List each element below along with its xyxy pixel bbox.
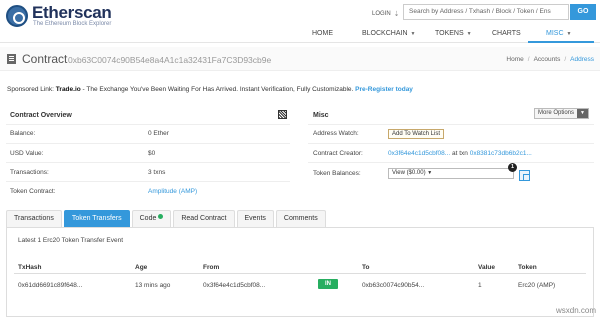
chevron-down-icon: ▼ [427,170,433,176]
tab-code[interactable]: Code [131,210,172,227]
row-from-link[interactable]: 0x3f64e4c1d5cbf08... [203,282,265,289]
row-to: 0xb63c0074c90b54... [362,282,425,289]
contract-creator-label: Contract Creator: [313,150,363,157]
sponsored-prefix: Sponsored Link: [7,86,54,93]
row-token-link[interactable]: Erc20 (AMP) [518,282,555,289]
token-balances-selected: View ($0.00) [392,170,426,176]
logo-name: Etherscan [32,3,112,22]
chevron-down-icon: ▼ [466,31,472,37]
search-go-button[interactable]: GO [570,4,596,20]
nav-tokens[interactable]: TOKENS ▼ [435,26,472,42]
nav-home[interactable]: HOME [312,26,333,42]
chevron-down-icon: ▼ [566,31,572,37]
breadcrumb-address: Address [570,56,594,63]
creator-at-text: at txn [451,150,468,157]
more-options-dropdown[interactable]: More Options ▼ [534,108,590,119]
table-header-divider [14,273,586,274]
logo-tagline: The Ethereum Block Explorer [33,21,112,27]
chevron-down-icon: ▼ [410,31,416,37]
chevron-down-icon: ▼ [577,109,589,118]
search-input[interactable]: Search by Address / Txhash / Block / Tok… [403,4,569,20]
page-title-bar: Contract 0xb63C0074c90B54e8a4A1c1a32431F… [0,47,600,71]
watermark: wsxdn.com [555,306,596,315]
active-nav-underline [528,41,594,43]
sponsored-cta-link[interactable]: Pre-Register today [355,86,413,93]
column-header-from: From [203,264,220,271]
token-contract-link[interactable]: Amplitude (AMP) [148,188,197,195]
column-header-token: Token [518,264,537,271]
token-balances-label: Token Balances: [313,170,361,177]
row-age: 13 mins ago [135,282,171,289]
qr-code-icon[interactable] [278,110,287,119]
token-contract-label: Token Contract: [10,188,56,195]
balance-value: 0 Ether [148,130,169,137]
address-watch-label: Address Watch: [313,130,359,137]
tab-transactions[interactable]: Transactions [6,210,62,227]
transactions-value: 3 txns [148,169,166,176]
site-header: Etherscan The Ethereum Block Explorer LO… [0,0,600,46]
nav-divider [0,42,600,43]
transactions-label: Transactions: [10,169,49,176]
sponsored-text: - The Exchange You've Been Waiting For H… [80,86,356,93]
usd-value: $0 [148,150,156,157]
contract-icon [7,54,16,64]
login-label: LOGIN [372,11,391,17]
misc-title: Misc [313,112,329,119]
verified-check-icon [158,214,164,219]
token-count-badge: 1 [508,163,517,172]
sponsored-brand[interactable]: Trade.io [56,86,81,93]
balance-label: Balance: [10,130,36,137]
column-header-to: To [362,264,370,271]
breadcrumb-home[interactable]: Home [506,56,523,63]
nav-blockchain[interactable]: BLOCKCHAIN ▼ [362,26,415,42]
breadcrumb: Home / Accounts / Address [506,56,594,63]
column-header-txhash: TxHash [18,264,42,271]
login-arrow-icon: ⇣ [393,11,400,18]
overview-title: Contract Overview [10,112,72,119]
more-options-label: More Options [538,110,575,116]
contract-address: 0xb63C0074c90B54e8a4A1c1a32431Fa7C3D93cb… [68,55,272,65]
row-txhash-link[interactable]: 0x61dd6691c89f648... [18,282,82,289]
page-title: Contract [22,52,68,66]
etherscan-logo[interactable]: Etherscan The Ethereum Block Explorer [6,4,112,28]
token-balances-icon[interactable] [519,170,530,181]
sponsored-link: Sponsored Link: Trade.io - The Exchange … [7,86,413,93]
logo-icon [6,5,28,27]
nav-charts[interactable]: CHARTS [492,26,521,42]
tab-read-contract[interactable]: Read Contract [173,210,235,227]
tab-token-transfers[interactable]: Token Transfers [63,210,130,227]
column-header-value: Value [478,264,495,271]
contract-tabs: Transactions Token Transfers Code Read C… [6,210,328,227]
login-link[interactable]: LOGIN ⇣ [372,10,400,18]
row-value: 1 [478,282,482,289]
token-balances-select[interactable]: View ($0.00) ▼ [388,168,514,179]
transfers-summary: Latest 1 Erc20 Token Transfer Event [18,237,124,244]
creator-address-link[interactable]: 0x3f64e4c1d5cbf08... [388,150,450,157]
add-to-watch-list-button[interactable]: Add To Watch List [388,129,445,139]
contract-creator-value: 0x3f64e4c1d5cbf08... at txn 0x8381c73db6… [388,150,532,157]
tab-comments[interactable]: Comments [275,210,326,227]
tab-events[interactable]: Events [236,210,274,227]
nav-misc[interactable]: MISC ▼ [546,26,571,42]
direction-in-badge: IN [318,279,338,289]
usd-value-label: USD Value: [10,150,44,157]
column-header-age: Age [135,264,148,271]
creator-txn-link[interactable]: 0x8381c73db6b2c1... [470,150,532,157]
breadcrumb-accounts[interactable]: Accounts [534,56,561,63]
